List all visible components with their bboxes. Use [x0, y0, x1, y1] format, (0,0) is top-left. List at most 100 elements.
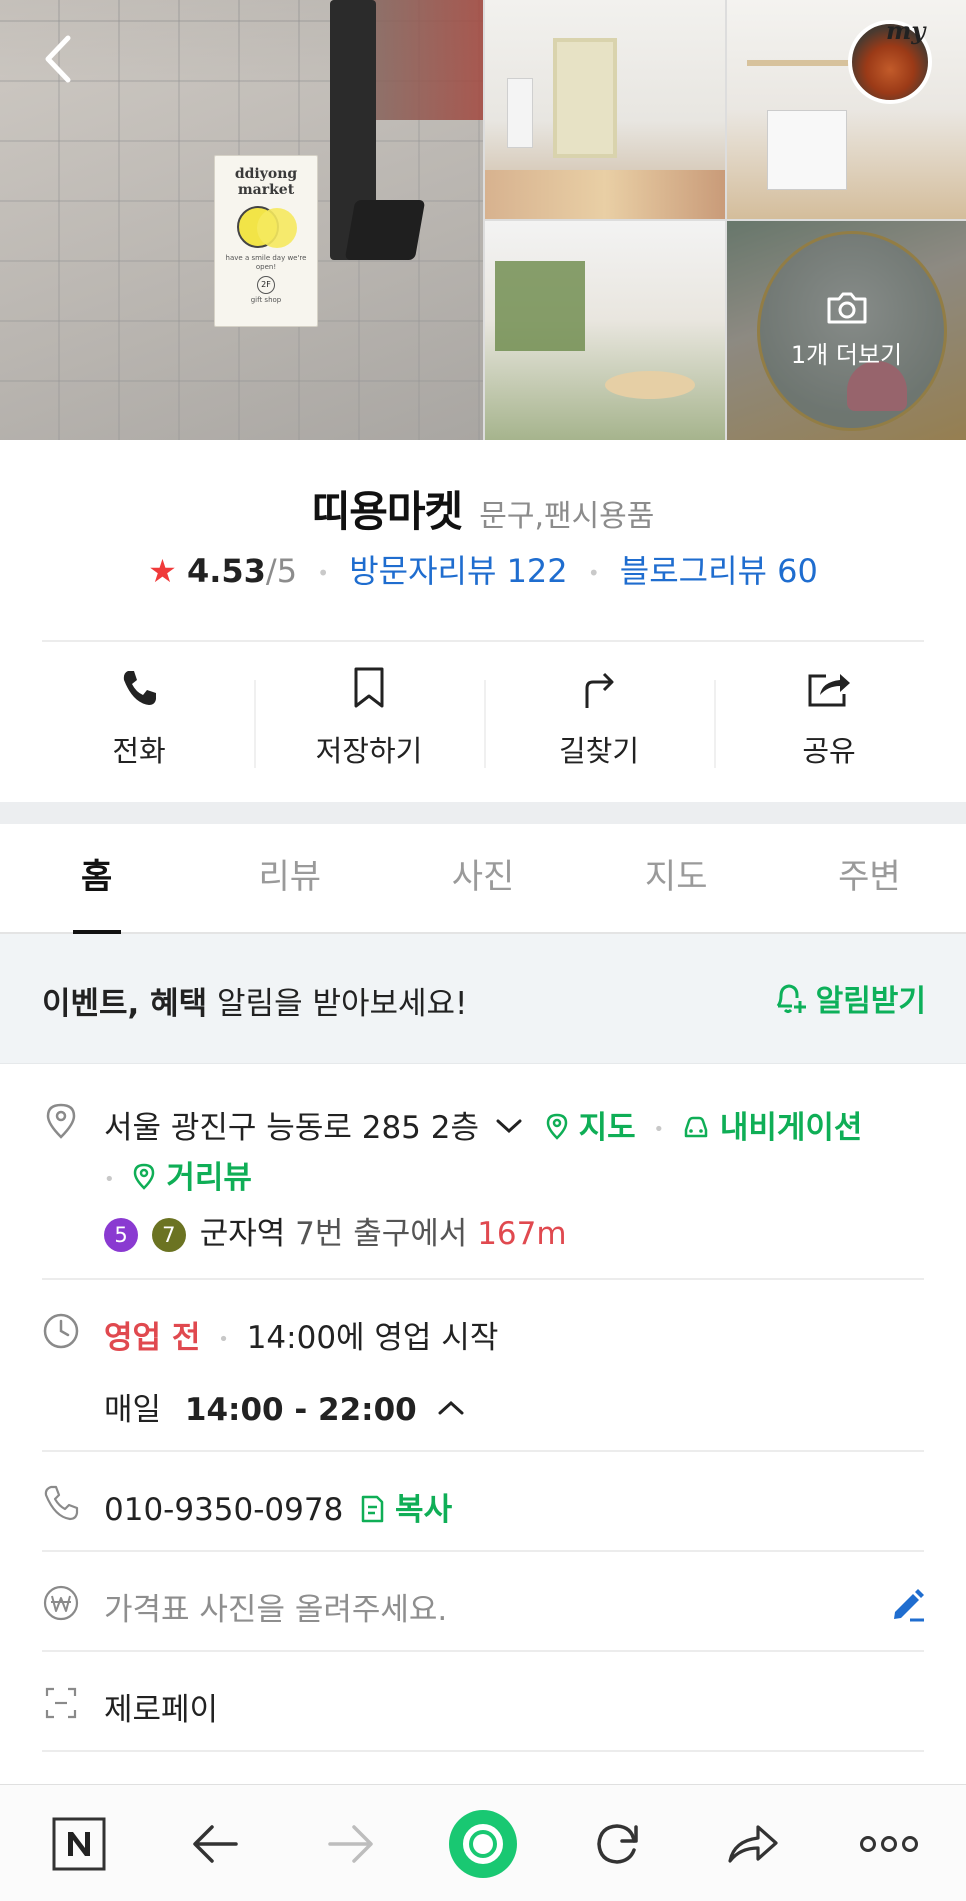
clock-icon	[43, 1313, 79, 1349]
tab-photos[interactable]: 사진	[386, 824, 579, 932]
street-view-pin-icon	[134, 1163, 155, 1190]
address-text[interactable]: 서울 광진구 능동로 285 2층	[104, 1110, 479, 1146]
sign-floor: 2F	[257, 276, 275, 294]
call-button[interactable]: 전화	[24, 660, 254, 780]
photo-gallery[interactable]: ddiyong market have a smile day we're op…	[0, 0, 966, 440]
hours-next: 14:00에 영업 시작	[246, 1320, 499, 1356]
price-placeholder[interactable]: 가격표 사진을 올려주세요.	[104, 1584, 447, 1629]
chevron-down-icon[interactable]	[495, 1116, 523, 1136]
copy-icon	[361, 1495, 384, 1523]
separator-dot: •	[218, 1329, 229, 1350]
refresh-button[interactable]	[582, 1785, 652, 1901]
blog-reviews-link[interactable]: 블로그리뷰 60	[620, 552, 818, 590]
address-line-2: • 거리뷰	[104, 1152, 252, 1197]
sign-footer: gift shop	[250, 296, 282, 304]
browser-forward-button[interactable]	[316, 1785, 386, 1901]
phone-number[interactable]: 010-9350-0978	[104, 1492, 343, 1528]
station-distance: 167m	[477, 1216, 567, 1252]
arrow-right-icon	[328, 1824, 373, 1863]
divider	[42, 640, 924, 642]
arrow-left-icon	[193, 1824, 238, 1863]
phone-icon	[123, 671, 156, 705]
share-icon	[808, 674, 850, 707]
visitor-reviews-link[interactable]: 방문자리뷰 122	[349, 552, 567, 590]
directions-button[interactable]: 길찾기	[484, 660, 714, 780]
tab-home[interactable]: 홈	[0, 824, 193, 932]
more-photos-label: 1개 더보기	[790, 341, 903, 369]
navigation-link[interactable]: 내비게이션	[682, 1110, 862, 1146]
phone-line: 010-9350-0978 복사	[104, 1484, 452, 1529]
street-view-link[interactable]: 거리뷰	[132, 1160, 252, 1196]
more-photos-button[interactable]: 1개 더보기	[727, 221, 966, 440]
place-category: 문구,팬시용품	[479, 499, 655, 534]
section-gap	[0, 802, 966, 824]
hours-status: 영업 전	[104, 1320, 201, 1356]
separator-dot: •	[104, 1169, 115, 1190]
directions-label: 길찾기	[558, 734, 640, 768]
separator-dot: •	[317, 561, 330, 585]
photo-thumb-1[interactable]	[485, 0, 725, 219]
action-divider	[254, 680, 256, 768]
chevron-up-icon[interactable]	[437, 1398, 465, 1418]
naver-home-button[interactable]	[44, 1785, 114, 1901]
sign-subtitle: have a smile day we're open!	[225, 254, 307, 271]
hours-detail-line[interactable]: 매일 14:00 - 22:00	[104, 1384, 465, 1429]
subscribe-alert-button[interactable]: 알림받기	[772, 976, 926, 1020]
smile-logo	[231, 206, 301, 250]
hours-status-line: 영업 전 • 14:00에 영업 시작	[104, 1312, 498, 1357]
notice-text: 알림을 받아보세요!	[207, 986, 468, 1022]
save-label: 저장하기	[315, 734, 423, 768]
share-button[interactable]: 공유	[714, 660, 944, 780]
station-name: 군자역	[199, 1216, 286, 1252]
tab-reviews[interactable]: 리뷰	[193, 824, 386, 932]
tab-map[interactable]: 지도	[580, 824, 773, 932]
hours-day: 매일	[104, 1392, 162, 1428]
pencil-icon[interactable]	[888, 1585, 926, 1623]
notice-bold: 이벤트, 혜택	[42, 986, 208, 1022]
map-pin-icon	[546, 1113, 567, 1140]
bookmark-icon	[354, 667, 384, 708]
more-menu-button[interactable]	[852, 1785, 926, 1901]
back-arrow-icon[interactable]	[36, 32, 80, 86]
action-divider	[714, 680, 716, 768]
hours-time: 14:00 - 22:00	[184, 1392, 417, 1428]
rating-score: 4.53	[186, 552, 266, 590]
map-link[interactable]: 지도	[545, 1110, 646, 1146]
place-name: 띠용마켓	[311, 487, 464, 536]
call-label: 전화	[112, 734, 166, 768]
browser-share-button[interactable]	[718, 1785, 788, 1901]
subway-line: 5 7 군자역 7번 출구에서 167m	[104, 1208, 567, 1253]
browser-back-button[interactable]	[180, 1785, 250, 1901]
notification-banner: 이벤트, 혜택 알림을 받아보세요! 알림받기	[0, 934, 966, 1064]
station-exit: 7번 출구에서	[295, 1216, 468, 1252]
divider	[42, 1278, 924, 1280]
share-label: 공유	[802, 734, 856, 768]
share-arrow-icon	[728, 1824, 778, 1863]
directions-icon	[585, 672, 614, 708]
tab-bar: 홈 리뷰 사진 지도 주변	[0, 824, 966, 934]
won-currency-icon	[43, 1585, 79, 1621]
divider	[42, 1750, 924, 1752]
place-title-row: 띠용마켓 문구,팬시용품	[0, 478, 966, 539]
subscribe-alert-label: 알림받기	[815, 984, 926, 1019]
tab-nearby[interactable]: 주변	[773, 824, 966, 932]
save-button[interactable]: 저장하기	[254, 660, 484, 780]
zeropay-label: 제로페이	[104, 1692, 219, 1728]
shop-sign: ddiyong market have a smile day we're op…	[214, 155, 318, 327]
address-line: 서울 광진구 능동로 285 2층 지도 • 내비게이션	[104, 1102, 862, 1147]
camera-icon	[827, 292, 866, 324]
green-dot-button[interactable]	[440, 1785, 526, 1901]
notice-message: 이벤트, 혜택 알림을 받아보세요!	[42, 978, 467, 1023]
star-icon: ★	[148, 552, 177, 590]
location-pin-icon	[46, 1103, 76, 1139]
bell-plus-icon	[776, 984, 806, 1013]
separator-dot: •	[653, 1119, 665, 1140]
photo-thumb-3[interactable]	[485, 221, 725, 440]
zeropay-icon	[45, 1687, 77, 1719]
divider	[42, 1550, 924, 1552]
photo-thumb-2[interactable]	[727, 0, 966, 219]
avatar-my-label: my	[886, 16, 926, 45]
subway-line-7-badge: 7	[151, 1218, 186, 1252]
car-icon	[684, 1116, 708, 1138]
copy-phone-button[interactable]: 복사	[359, 1492, 452, 1528]
